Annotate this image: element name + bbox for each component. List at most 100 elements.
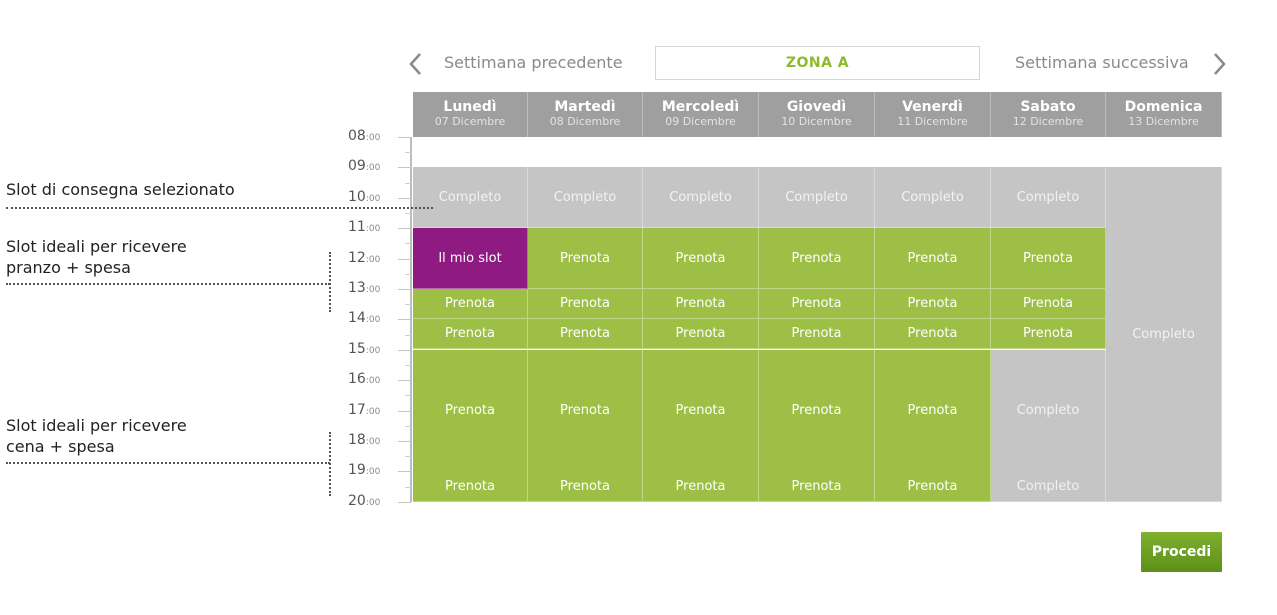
day-date: 11 Dicembre: [897, 115, 968, 128]
slot-book[interactable]: Prenota: [875, 471, 991, 502]
chevron-left-icon[interactable]: [408, 52, 422, 76]
hour-tick: [398, 441, 411, 442]
hour-tick: [398, 411, 411, 412]
day-header: Domenica 13 Dicembre: [1106, 92, 1222, 137]
annotation-dinner-line1: Slot ideali per ricevere: [6, 416, 187, 435]
slot-book[interactable]: Prenota: [759, 289, 875, 319]
day-name: Lunedì: [443, 99, 497, 115]
hour-minutes: :00: [365, 224, 381, 234]
hour-minutes: :00: [365, 498, 381, 508]
hour-minutes: :00: [365, 437, 381, 447]
day-header: Lunedì 07 Dicembre: [413, 92, 528, 137]
hour-label: 13:00: [348, 281, 380, 297]
slot-full: Completo: [991, 471, 1106, 502]
hour-tick: [398, 289, 411, 290]
slot-book[interactable]: Prenota: [643, 319, 759, 349]
slot-book[interactable]: Prenota: [643, 471, 759, 502]
slot-book[interactable]: Prenota: [528, 319, 643, 349]
hour-minutes: :00: [365, 376, 381, 386]
slot-book[interactable]: Prenota: [875, 289, 991, 319]
half-hour-tick: [405, 152, 411, 153]
slot-full: Completo: [875, 167, 991, 228]
annotation-dinner-bracket: [329, 432, 331, 496]
half-hour-tick: [405, 335, 411, 336]
hour-value: 08: [348, 128, 366, 144]
annotation-lunch-line1: Slot ideali per ricevere: [6, 237, 187, 256]
annotation-lunch-line2: pranzo + spesa: [6, 258, 131, 277]
slot-book[interactable]: Prenota: [413, 289, 528, 319]
half-hour-tick: [405, 274, 411, 275]
slot-book[interactable]: Prenota: [875, 350, 991, 472]
zone-selector[interactable]: ZONA A: [655, 46, 980, 80]
hour-tick: [398, 471, 411, 472]
hour-tick: [398, 167, 411, 168]
hour-label: 11:00: [348, 220, 380, 236]
hour-label: 12:00: [348, 251, 380, 267]
day-name: Mercoledì: [661, 99, 740, 115]
slot-book[interactable]: Prenota: [643, 289, 759, 319]
hour-label: 08:00: [348, 129, 380, 145]
slot-book[interactable]: Prenota: [759, 471, 875, 502]
day-name: Martedì: [554, 99, 616, 115]
annotation-dinner-line2: cena + spesa: [6, 437, 115, 456]
hour-label: 19:00: [348, 463, 380, 479]
hour-tick: [398, 350, 411, 351]
slot-full: Completo: [413, 167, 528, 228]
half-hour-tick: [405, 395, 411, 396]
hour-minutes: :00: [365, 163, 381, 173]
hour-label: 18:00: [348, 433, 380, 449]
day-header: Martedì 08 Dicembre: [528, 92, 643, 137]
hour-label: 14:00: [348, 311, 380, 327]
hour-label: 16:00: [348, 372, 380, 388]
hour-minutes: :00: [365, 285, 381, 295]
half-hour-tick: [405, 304, 411, 305]
hour-label: 20:00: [348, 494, 380, 510]
annotation-lunch-bracket: [329, 252, 331, 312]
slot-book[interactable]: Prenota: [413, 319, 528, 349]
hour-value: 11: [348, 219, 366, 235]
slot-book[interactable]: Prenota: [759, 319, 875, 349]
day-date: 07 Dicembre: [434, 115, 506, 128]
half-hour-tick: [405, 426, 411, 427]
slot-book[interactable]: Prenota: [991, 289, 1106, 319]
procedi-button[interactable]: Procedi: [1141, 532, 1222, 572]
hour-value: 09: [348, 158, 366, 174]
hour-label: 09:00: [348, 159, 380, 175]
hour-minutes: :00: [365, 407, 381, 417]
slot-book[interactable]: Prenota: [875, 319, 991, 349]
chevron-right-icon[interactable]: [1213, 52, 1227, 76]
slot-book[interactable]: Prenota: [759, 228, 875, 289]
hour-label: 17:00: [348, 403, 380, 419]
hour-value: 10: [348, 189, 366, 205]
slot-selected[interactable]: Il mio slot: [413, 228, 528, 289]
day-date: 12 Dicembre: [1012, 115, 1084, 128]
day-date: 10 Dicembre: [781, 115, 852, 128]
slot-book[interactable]: Prenota: [413, 350, 528, 472]
hour-tick: [398, 228, 411, 229]
slot-book[interactable]: Prenota: [643, 350, 759, 472]
slot-book[interactable]: Prenota: [528, 471, 643, 502]
annotation-lunch-line: [6, 283, 330, 285]
slot-book[interactable]: Prenota: [528, 289, 643, 319]
slot-book[interactable]: Prenota: [643, 228, 759, 289]
prev-week-link[interactable]: Settimana precedente: [444, 53, 623, 72]
slot-book[interactable]: Prenota: [875, 228, 991, 289]
slot-book[interactable]: Prenota: [528, 350, 643, 472]
slot-book[interactable]: Prenota: [991, 319, 1106, 349]
slot-book[interactable]: Prenota: [759, 350, 875, 472]
next-week-link[interactable]: Settimana successiva: [1015, 53, 1189, 72]
day-name: Sabato: [1020, 99, 1076, 115]
slot-full: Completo: [991, 167, 1106, 228]
hour-label: 10:00: [348, 190, 380, 206]
slot-book[interactable]: Prenota: [413, 471, 528, 502]
annotation-selected-slot: Slot di consegna selezionato: [6, 180, 235, 199]
day-date: 13 Dicembre: [1128, 115, 1199, 128]
day-header: Venerdì 11 Dicembre: [875, 92, 991, 137]
day-header: Giovedì 10 Dicembre: [759, 92, 875, 137]
slot-book[interactable]: Prenota: [528, 228, 643, 289]
hour-value: 17: [348, 402, 366, 418]
hour-value: 20: [348, 493, 366, 509]
slot-book[interactable]: Prenota: [991, 228, 1106, 289]
day-name: Giovedì: [786, 99, 847, 115]
hour-value: 13: [348, 280, 366, 296]
